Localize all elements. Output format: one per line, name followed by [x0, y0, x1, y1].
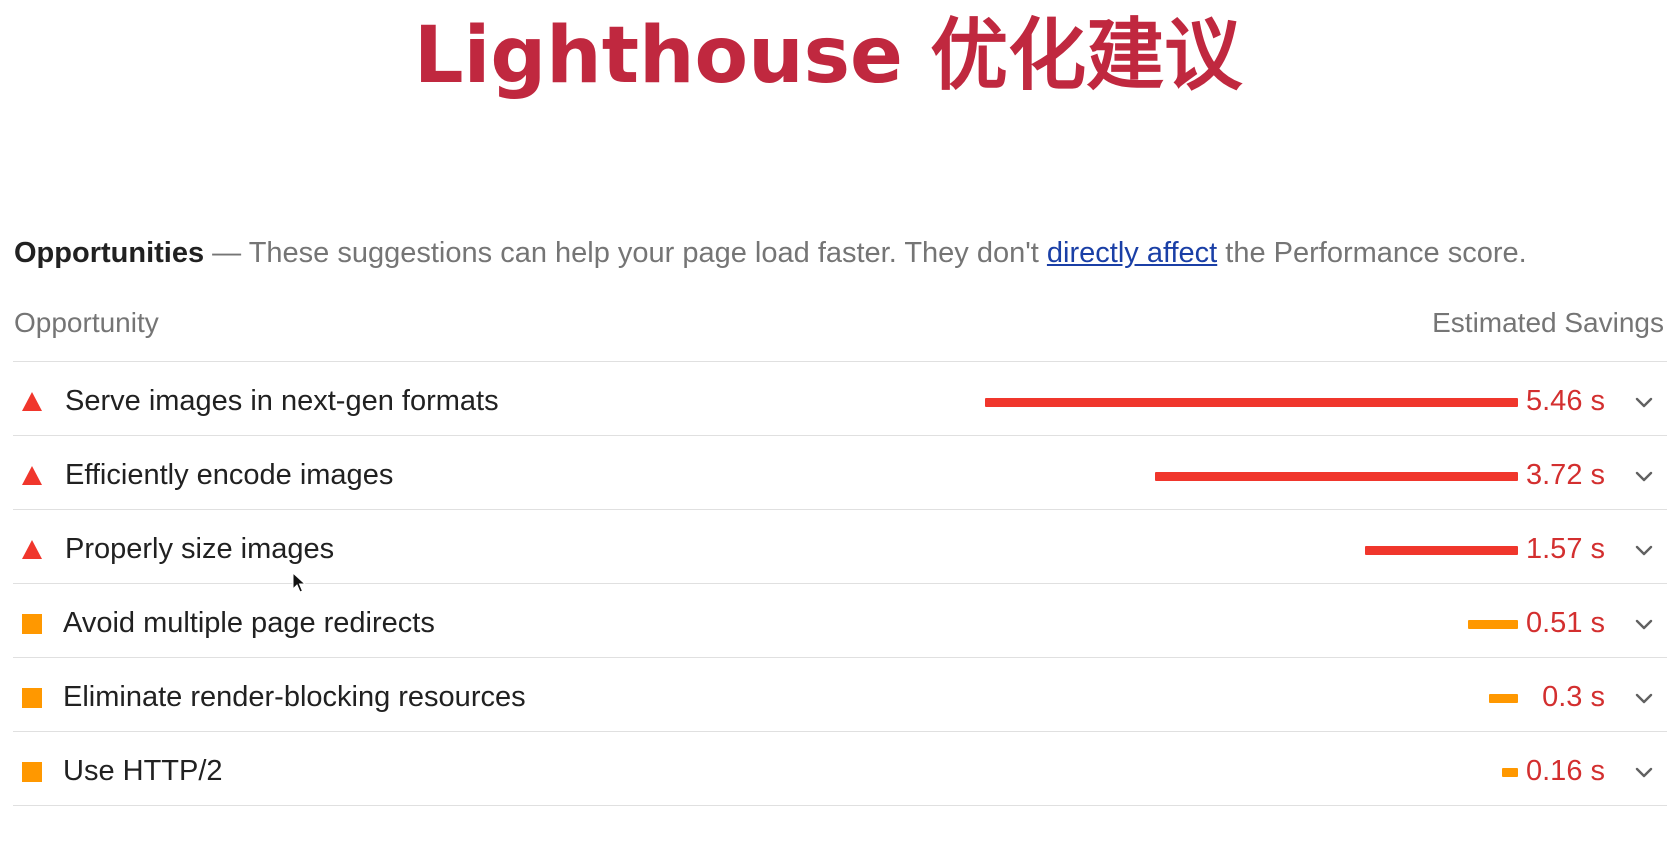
savings-value: 5.46 s [1526, 385, 1605, 417]
savings-bar [1468, 620, 1518, 629]
opportunities-header: Opportunities — These suggestions can he… [14, 236, 1527, 270]
opportunity-label: Properly size images [65, 533, 335, 565]
opportunities-description: These suggestions can help your page loa… [248, 237, 1047, 269]
savings-value: 3.72 s [1526, 459, 1605, 491]
chevron-down-icon[interactable] [1633, 613, 1655, 635]
opportunity-row[interactable]: Eliminate render-blocking resources 0.3 s [13, 658, 1667, 731]
chevron-down-icon[interactable] [1633, 465, 1655, 487]
opportunity-row[interactable]: Serve images in next-gen formats 5.46 s [13, 362, 1667, 435]
opportunity-row[interactable]: Properly size images 1.57 s [13, 510, 1667, 583]
warning-triangle-icon [21, 539, 43, 561]
column-header-estimated-savings: Estimated Savings [1432, 307, 1664, 338]
savings-bar [1502, 768, 1518, 777]
orange-square-icon [22, 688, 42, 708]
chevron-down-icon[interactable] [1633, 391, 1655, 413]
savings-value: 0.16 s [1526, 755, 1605, 787]
savings-bar [985, 398, 1518, 407]
savings-bar [1489, 694, 1518, 703]
chevron-down-icon[interactable] [1633, 687, 1655, 709]
opportunities-heading: Opportunities [14, 237, 205, 269]
opportunity-label: Use HTTP/2 [63, 755, 223, 787]
savings-bar [1155, 472, 1518, 481]
warning-triangle-icon [21, 465, 43, 487]
orange-square-icon [22, 762, 42, 782]
chevron-down-icon[interactable] [1633, 761, 1655, 783]
opportunity-label: Eliminate render-blocking resources [63, 681, 526, 713]
opportunities-dash: — [204, 237, 249, 269]
chevron-down-icon[interactable] [1633, 539, 1655, 561]
savings-value: 0.51 s [1526, 607, 1605, 639]
page-title-text: Lighthouse 优化建议 [413, 11, 1243, 101]
savings-bar [1365, 546, 1518, 555]
opportunity-label: Efficiently encode images [65, 459, 394, 491]
row-divider [13, 805, 1667, 806]
savings-value: 0.3 s [1542, 681, 1605, 713]
opportunity-label: Avoid multiple page redirects [63, 607, 435, 639]
opportunity-row[interactable]: Efficiently encode images 3.72 s [13, 436, 1667, 509]
mouse-cursor-icon [292, 572, 306, 593]
opportunity-row[interactable]: Use HTTP/2 0.16 s [13, 732, 1667, 805]
column-header-opportunity: Opportunity [14, 307, 159, 338]
opportunity-row[interactable]: Avoid multiple page redirects 0.51 s [13, 584, 1667, 657]
orange-square-icon [22, 614, 42, 634]
opportunities-description-end: the Performance score. [1217, 237, 1527, 269]
savings-value: 1.57 s [1526, 533, 1605, 565]
page-title: Lighthouse 优化建议 [0, 8, 1680, 104]
opportunity-label: Serve images in next-gen formats [65, 385, 499, 417]
directly-affect-link[interactable]: directly affect [1047, 237, 1217, 269]
warning-triangle-icon [21, 391, 43, 413]
